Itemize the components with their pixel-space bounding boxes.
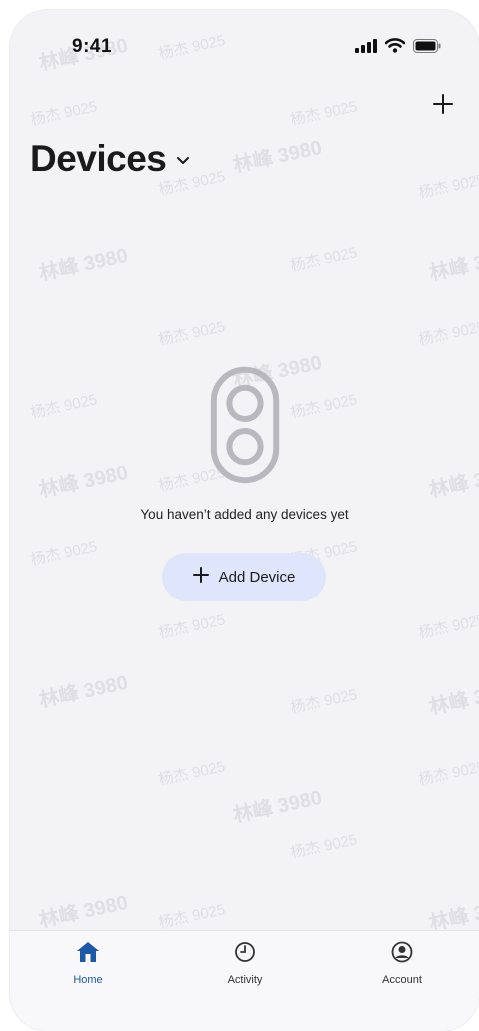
status-icons (355, 38, 441, 58)
watermark: 林峰 3980 (427, 894, 479, 936)
plus-icon (192, 566, 209, 588)
tab-activity-label: Activity (227, 974, 263, 986)
doorbell-device-icon (205, 365, 285, 485)
wifi-icon (384, 38, 406, 58)
add-device-top-button[interactable] (427, 88, 459, 120)
tab-bar: Home Activity Account (10, 930, 479, 1031)
watermark: 林峰 3980 (37, 671, 130, 713)
watermark: 杨杰 9025 (417, 318, 479, 349)
watermark: 杨杰 9025 (29, 98, 99, 129)
watermark: 杨杰 9025 (157, 318, 227, 349)
watermark: 杨杰 9025 (417, 758, 479, 789)
battery-icon (413, 38, 441, 58)
watermark: 杨杰 9025 (289, 831, 359, 862)
user-circle-icon (391, 941, 413, 967)
watermark: 杨杰 9025 (417, 611, 479, 642)
watermark: 林峰 3980 (37, 891, 130, 933)
tab-home-label: Home (73, 974, 103, 986)
status-bar: 9:41 (10, 10, 479, 70)
tab-account-label: Account (382, 974, 422, 986)
add-device-label: Add Device (218, 568, 296, 586)
status-time: 9:41 (72, 36, 113, 57)
watermark: 杨杰 9025 (417, 171, 479, 202)
add-device-button[interactable]: Add Device (162, 553, 326, 601)
watermark: 杨杰 9025 (157, 758, 227, 789)
home-icon (76, 942, 100, 967)
watermark: 杨杰 9025 (157, 901, 227, 932)
watermark: 杨杰 9025 (289, 244, 359, 275)
cellular-signal-icon (355, 38, 377, 58)
empty-state: You haven’t added any devices yet (10, 365, 479, 522)
watermark: 杨杰 9025 (157, 611, 227, 642)
watermark: 林峰 3980 (231, 136, 324, 178)
phone-screen: 林峰 3980 杨杰 9025 杨杰 9025 杨杰 9025 林峰 3980 … (10, 10, 479, 1031)
title-dropdown[interactable]: Devices (30, 138, 190, 180)
plus-icon (433, 94, 453, 114)
watermark: 林峰 3980 (427, 244, 479, 286)
watermark: 林峰 3980 (37, 244, 130, 286)
clock-icon (234, 942, 256, 967)
tab-home[interactable]: Home (33, 941, 143, 986)
tab-account[interactable]: Account (347, 941, 457, 986)
chevron-down-icon (176, 153, 190, 171)
watermark: 林峰 3980 (231, 786, 324, 828)
watermark: 杨杰 9025 (29, 538, 99, 569)
watermark: 杨杰 9025 (289, 686, 359, 717)
watermark: 林峰 3980 (427, 678, 479, 720)
watermark: 杨杰 9025 (289, 98, 359, 129)
empty-state-message: You haven’t added any devices yet (140, 507, 349, 522)
page-title: Devices (30, 138, 167, 179)
tab-activity[interactable]: Activity (190, 941, 300, 986)
